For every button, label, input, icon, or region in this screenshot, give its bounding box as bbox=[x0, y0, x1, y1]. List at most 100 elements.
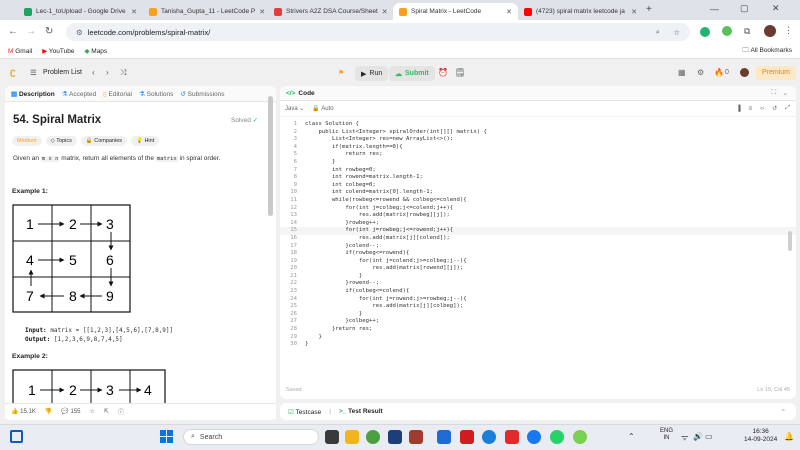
browser-tab[interactable]: Strivers A2Z DSA Course/Sheet ✕ bbox=[268, 3, 393, 20]
facebook-icon[interactable] bbox=[527, 430, 541, 444]
netflix-icon[interactable] bbox=[460, 430, 474, 444]
reset-icon[interactable]: ↺ bbox=[772, 105, 777, 112]
chrome-icon[interactable] bbox=[366, 430, 380, 444]
dislike-icon[interactable]: 👎 bbox=[45, 408, 52, 415]
code-line[interactable]: 16 res.add(matrix[j][colend]); bbox=[280, 235, 796, 243]
testcase-tab[interactable]: ☑ Testcase bbox=[288, 408, 321, 416]
close-icon[interactable]: ✕ bbox=[131, 8, 137, 16]
layout-icon[interactable]: ▦ bbox=[678, 68, 686, 77]
language-select[interactable]: Java ⌄ bbox=[285, 105, 304, 112]
extension-icon[interactable] bbox=[700, 27, 710, 37]
close-icon[interactable]: ✕ bbox=[259, 8, 265, 16]
prev-problem-icon[interactable]: ‹ bbox=[92, 68, 95, 77]
code-line[interactable]: 23 if(colbeg<=colend){ bbox=[280, 288, 796, 296]
back-icon[interactable]: ← bbox=[8, 26, 18, 37]
code-line[interactable]: 9 int colbeg=0; bbox=[280, 182, 796, 190]
code-line[interactable]: 3 List<Integer> res=new ArrayList<>(); bbox=[280, 136, 796, 144]
file-explorer-icon[interactable] bbox=[345, 430, 359, 444]
shuffle-icon[interactable]: ⤨ bbox=[120, 68, 126, 78]
companies-tag[interactable]: 🔒 Companies bbox=[80, 136, 128, 146]
code-line[interactable]: 2 public List<Integer> spiralOrder(int[]… bbox=[280, 129, 796, 137]
taskbar-search[interactable]: ⌕ Search bbox=[183, 429, 319, 445]
bookmark-gmail[interactable]: M Gmail bbox=[8, 48, 32, 55]
settings-icon[interactable]: ⚙ bbox=[697, 68, 704, 77]
scrollbar[interactable] bbox=[268, 96, 273, 216]
app-icon[interactable] bbox=[409, 430, 423, 444]
notes-icon[interactable]: 🗒 bbox=[455, 68, 465, 77]
code-icon[interactable]: ‹› bbox=[760, 106, 764, 112]
site-info-icon[interactable]: ⚙ bbox=[76, 28, 83, 37]
tab-accepted[interactable]: ⚗ Accepted bbox=[62, 90, 96, 98]
whatsapp-icon[interactable] bbox=[550, 430, 564, 444]
maximize-icon[interactable]: ▢ bbox=[740, 3, 749, 14]
code-line[interactable]: 13 res.add(matrix[rowbeg][j]); bbox=[280, 212, 796, 220]
code-line[interactable]: 24 for(int j=rowend;j>=rowbeg;j--){ bbox=[280, 296, 796, 304]
problem-list-link[interactable]: Problem List bbox=[43, 69, 82, 76]
code-line[interactable]: 26 } bbox=[280, 311, 796, 319]
edge-icon[interactable] bbox=[482, 430, 496, 444]
code-line[interactable]: 5 return res; bbox=[280, 151, 796, 159]
extension-icon[interactable] bbox=[722, 26, 732, 36]
task-view-icon[interactable] bbox=[325, 430, 339, 444]
browser-tab[interactable]: Lec-1_toUpload - Google Drive ✕ bbox=[18, 3, 143, 20]
hint-tag[interactable]: 💡 Hint bbox=[131, 136, 160, 146]
minimize-icon[interactable]: — bbox=[710, 4, 719, 14]
timer-icon[interactable]: ⏰ bbox=[438, 68, 448, 77]
code-line[interactable]: 19 for(int j=colend;j>=colbeg;j--){ bbox=[280, 258, 796, 266]
all-bookmarks-button[interactable]: 🗀 All Bookmarks bbox=[743, 46, 793, 57]
code-line[interactable]: 30} bbox=[280, 341, 796, 349]
tray-chevron-icon[interactable]: ⌃ bbox=[628, 432, 635, 441]
browser-tab-active[interactable]: Spiral Matrix - LeetCode ✕ bbox=[393, 3, 518, 20]
maximize-panel-icon[interactable]: ⛶ bbox=[771, 89, 776, 97]
code-line[interactable]: 1 class Solution { bbox=[280, 121, 796, 129]
code-line[interactable]: 28 }return res; bbox=[280, 326, 796, 334]
debug-icon[interactable]: ⚑ bbox=[338, 69, 344, 77]
tab-editorial[interactable]: ▯ Editorial bbox=[103, 90, 132, 98]
close-icon[interactable]: ✕ bbox=[631, 8, 637, 16]
test-result-tab[interactable]: >_ Test Result bbox=[339, 408, 383, 415]
store-icon[interactable] bbox=[437, 430, 451, 444]
run-button[interactable]: ▶ Run bbox=[355, 66, 389, 81]
tab-submissions[interactable]: ↺ Submissions bbox=[180, 90, 224, 98]
streak-icon[interactable]: 🔥 bbox=[714, 68, 724, 77]
code-line[interactable]: 15 for(int j=rowbeg;j<=rowend;j++){ bbox=[280, 227, 796, 235]
code-line[interactable]: 6 } bbox=[280, 159, 796, 167]
code-line[interactable]: 10 int colend=matrix[0].length-1; bbox=[280, 189, 796, 197]
address-bar[interactable]: ⚙ leetcode.com/problems/spiral-matrix/ ⌕… bbox=[66, 23, 690, 41]
like-button[interactable]: 👍 15.1K bbox=[11, 408, 36, 415]
close-icon[interactable]: ✕ bbox=[382, 8, 388, 16]
volume-icon[interactable]: 🔊 bbox=[693, 432, 703, 441]
code-line[interactable]: 20 res.add(matrix[rowend][j]); bbox=[280, 265, 796, 273]
collapse-panel-icon[interactable]: ⌄ bbox=[783, 89, 788, 97]
editor-scrollbar[interactable] bbox=[788, 231, 792, 251]
code-line[interactable]: 25 res.add(matrix[j][colbeg]); bbox=[280, 303, 796, 311]
widgets-icon[interactable] bbox=[10, 430, 23, 443]
clock[interactable]: 16:36 14-09-2024 bbox=[744, 428, 777, 444]
browser-tab[interactable]: (4723) spiral matrix leetcode ja ✕ bbox=[518, 3, 643, 20]
bookmark-youtube[interactable]: ▶ YouTube bbox=[42, 47, 74, 55]
auto-mode[interactable]: 🔒 Auto bbox=[312, 105, 333, 112]
code-line[interactable]: 7 int rowbeg=0; bbox=[280, 167, 796, 175]
bookmark-maps[interactable]: ◆ Maps bbox=[84, 47, 107, 55]
code-line[interactable]: 8 int rowend=matrix.length-1; bbox=[280, 174, 796, 182]
browser-tab[interactable]: Tanisha_Gupta_11 - LeetCode P ✕ bbox=[143, 3, 268, 20]
submit-button[interactable]: ☁ Submit bbox=[389, 66, 435, 81]
reload-icon[interactable]: ↻ bbox=[45, 26, 53, 37]
bookmark-icon[interactable]: ▐ bbox=[736, 106, 740, 112]
wifi-icon[interactable]: ᯤ bbox=[681, 432, 688, 443]
code-line[interactable]: 12 for(int j=colbeg;j<=colend;j++){ bbox=[280, 205, 796, 213]
notification-bell-icon[interactable]: 🔔 bbox=[784, 432, 794, 441]
code-line[interactable]: 18 if(rowbeg<=rowend){ bbox=[280, 250, 796, 258]
help-icon[interactable]: ⓘ bbox=[118, 407, 124, 416]
zoom-icon[interactable]: ⌕ bbox=[656, 27, 660, 37]
code-line[interactable]: 21 } bbox=[280, 273, 796, 281]
comments-button[interactable]: 💬 155 bbox=[61, 408, 80, 415]
share-icon[interactable]: ⇱ bbox=[104, 408, 109, 415]
forward-icon[interactable]: → bbox=[26, 26, 36, 37]
expand-up-icon[interactable]: ⌃ bbox=[781, 408, 786, 416]
app-icon[interactable] bbox=[573, 430, 587, 444]
menu-kebab-icon[interactable]: ⋮ bbox=[784, 25, 793, 36]
premium-button[interactable]: Premium bbox=[756, 66, 797, 80]
code-line[interactable]: 17 }colend--; bbox=[280, 243, 796, 251]
format-icon[interactable]: ≡ bbox=[749, 106, 753, 112]
